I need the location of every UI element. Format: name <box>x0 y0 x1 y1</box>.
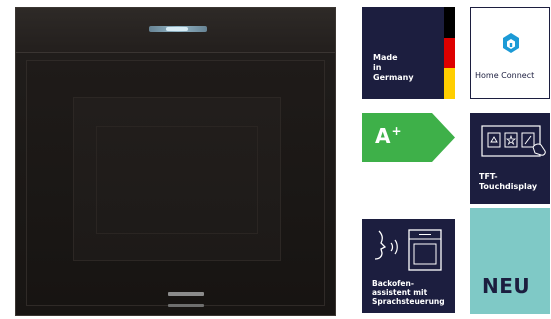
backofen-assistent-label: Backofen- assistent mit Sprachsteuerung <box>372 279 445 306</box>
voice-oven-icon <box>374 229 442 271</box>
backofen-line-3: Sprachsteuerung <box>372 297 445 306</box>
oven-door <box>26 60 325 307</box>
home-connect-badge: Home Connect <box>470 7 550 99</box>
oven-window <box>73 97 281 261</box>
tft-touchdisplay-badge: TFT- Touchdisplay <box>470 113 550 204</box>
energy-class-badge: A+ <box>362 113 455 162</box>
oven-display-highlight <box>166 27 188 31</box>
backofen-assistent-badge: Backofen- assistent mit Sprachsteuerung <box>362 219 455 313</box>
energy-class-label: A+ <box>375 124 402 151</box>
tft-touchdisplay-label: TFT- Touchdisplay <box>479 172 537 192</box>
neu-badge: NEU <box>470 208 550 314</box>
made-line-3: Germany <box>373 73 414 82</box>
made-line-1: Made <box>373 53 398 62</box>
made-line-2: in <box>373 63 382 72</box>
oven-control-panel <box>16 8 335 53</box>
home-connect-icon <box>503 33 519 53</box>
touch-display-icon <box>481 125 546 157</box>
home-connect-label: Home Connect <box>475 71 535 80</box>
oven-door-trim <box>168 304 204 307</box>
made-in-germany-badge: Made in Germany <box>362 7 455 99</box>
neu-label: NEU <box>482 274 531 298</box>
energy-class-plus: + <box>391 124 402 138</box>
oven-window-inner <box>96 126 258 234</box>
german-flag-icon <box>444 7 455 99</box>
oven-product-image <box>15 7 336 316</box>
tft-line-1: TFT- <box>479 172 498 181</box>
backofen-line-2: assistent mit <box>372 288 428 297</box>
made-in-germany-label: Made in Germany <box>373 53 414 83</box>
backofen-line-1: Backofen- <box>372 279 414 288</box>
tft-line-2: Touchdisplay <box>479 182 538 191</box>
energy-class-letter: A <box>375 124 391 148</box>
oven-logo-strip <box>168 292 204 296</box>
